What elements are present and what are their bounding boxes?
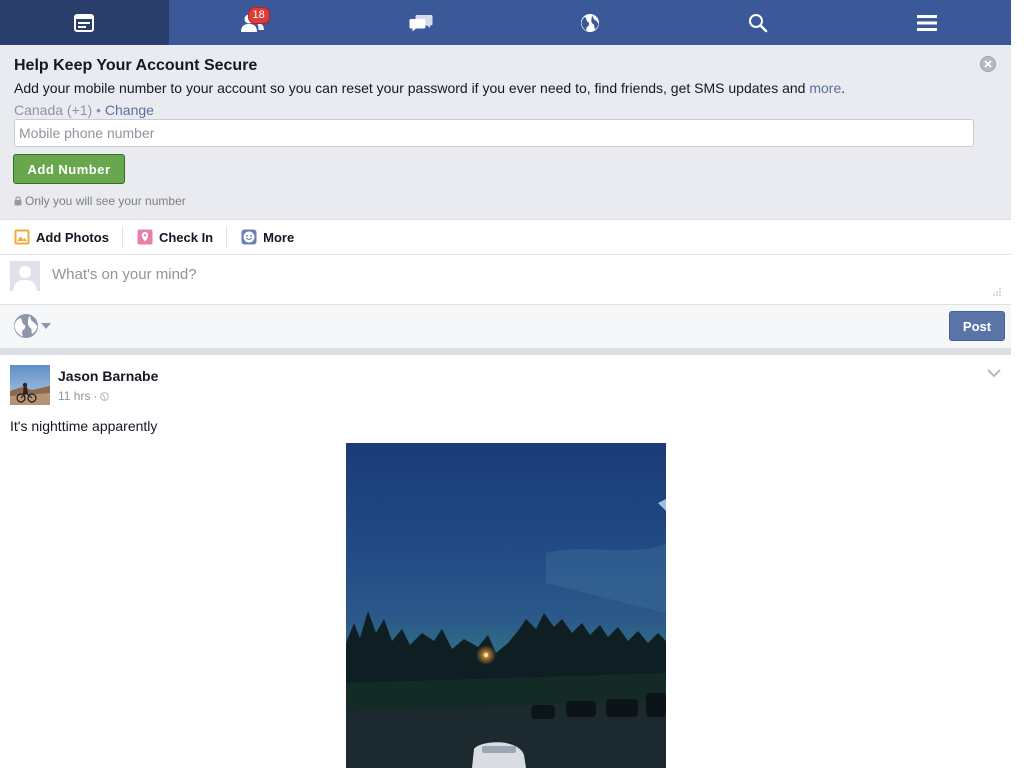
nav-news-feed-button[interactable] — [0, 0, 169, 45]
resize-grip-icon[interactable] — [991, 288, 1001, 298]
author-avatar-image — [10, 365, 50, 405]
news-feed-icon — [74, 13, 95, 32]
feed-post: Jason Barnabe 11 hrs · It's nighttime ap… — [0, 355, 1011, 768]
search-icon — [749, 13, 768, 32]
security-description-text: Add your mobile number to your account s… — [14, 80, 810, 96]
check-in-button[interactable]: Check In — [121, 226, 226, 248]
privacy-note: Only you will see your number — [14, 194, 186, 208]
mobile-phone-input[interactable] — [14, 119, 974, 147]
privacy-note-text: Only you will see your number — [25, 194, 186, 208]
close-security-panel-button[interactable] — [980, 56, 996, 72]
security-description: Add your mobile number to your account s… — [14, 80, 845, 96]
country-line: Canada (+1) • Change — [14, 102, 154, 118]
post-photo[interactable] — [346, 443, 666, 768]
photo-icon — [14, 229, 30, 245]
add-number-button[interactable]: Add Number — [13, 154, 125, 184]
post-photo-image — [346, 443, 666, 768]
post-meta: 11 hrs · — [58, 389, 110, 403]
public-globe-icon — [100, 391, 110, 401]
messages-icon — [409, 14, 433, 31]
smiley-icon — [241, 229, 257, 245]
change-country-link[interactable]: Change — [105, 102, 154, 118]
nav-notifications-button[interactable] — [506, 0, 675, 45]
location-pin-icon — [137, 229, 153, 245]
more-actions-label: More — [263, 229, 295, 245]
audience-selector[interactable] — [13, 313, 51, 339]
security-title: Help Keep Your Account Secure — [14, 57, 258, 74]
nav-search-button[interactable] — [674, 0, 843, 45]
add-photos-button[interactable]: Add Photos — [0, 226, 122, 248]
meta-separator: · — [93, 389, 98, 403]
composer-footer: Post — [0, 305, 1011, 348]
close-icon — [984, 60, 992, 68]
more-link[interactable]: more — [809, 80, 841, 96]
nav-friend-requests-button[interactable]: 18 — [169, 0, 338, 45]
feed-divider — [0, 348, 1011, 355]
scrollbar-gutter[interactable] — [1011, 0, 1024, 768]
post-button[interactable]: Post — [949, 311, 1005, 341]
country-code: Canada (+1) — [14, 102, 93, 118]
nav-messages-button[interactable] — [337, 0, 506, 45]
add-photos-label: Add Photos — [36, 229, 109, 245]
nav-menu-button[interactable] — [843, 0, 1012, 45]
default-avatar-icon — [10, 261, 40, 291]
post-timestamp[interactable]: 11 hrs — [58, 389, 90, 403]
globe-icon — [14, 314, 38, 338]
lock-icon — [14, 196, 22, 206]
more-actions-button[interactable]: More — [226, 226, 307, 248]
top-navigation-bar: 18 — [0, 0, 1011, 45]
country-separator: • — [92, 102, 105, 118]
notifications-globe-icon — [580, 13, 599, 32]
friend-requests-badge: 18 — [247, 7, 270, 24]
user-avatar — [10, 261, 40, 291]
menu-icon — [916, 14, 937, 31]
post-options-chevron-icon[interactable] — [987, 369, 1001, 378]
post-text: It's nighttime apparently — [10, 418, 158, 434]
status-composer — [0, 255, 1011, 305]
account-security-panel: Help Keep Your Account Secure Add your m… — [0, 45, 1011, 220]
composer-actions-bar: Add Photos Check In More — [0, 220, 1011, 255]
check-in-label: Check In — [158, 229, 214, 245]
author-avatar[interactable] — [10, 365, 50, 405]
status-input[interactable] — [50, 265, 954, 284]
chevron-down-icon — [41, 323, 51, 329]
post-author-name[interactable]: Jason Barnabe — [58, 368, 158, 384]
security-description-end: . — [841, 80, 846, 96]
